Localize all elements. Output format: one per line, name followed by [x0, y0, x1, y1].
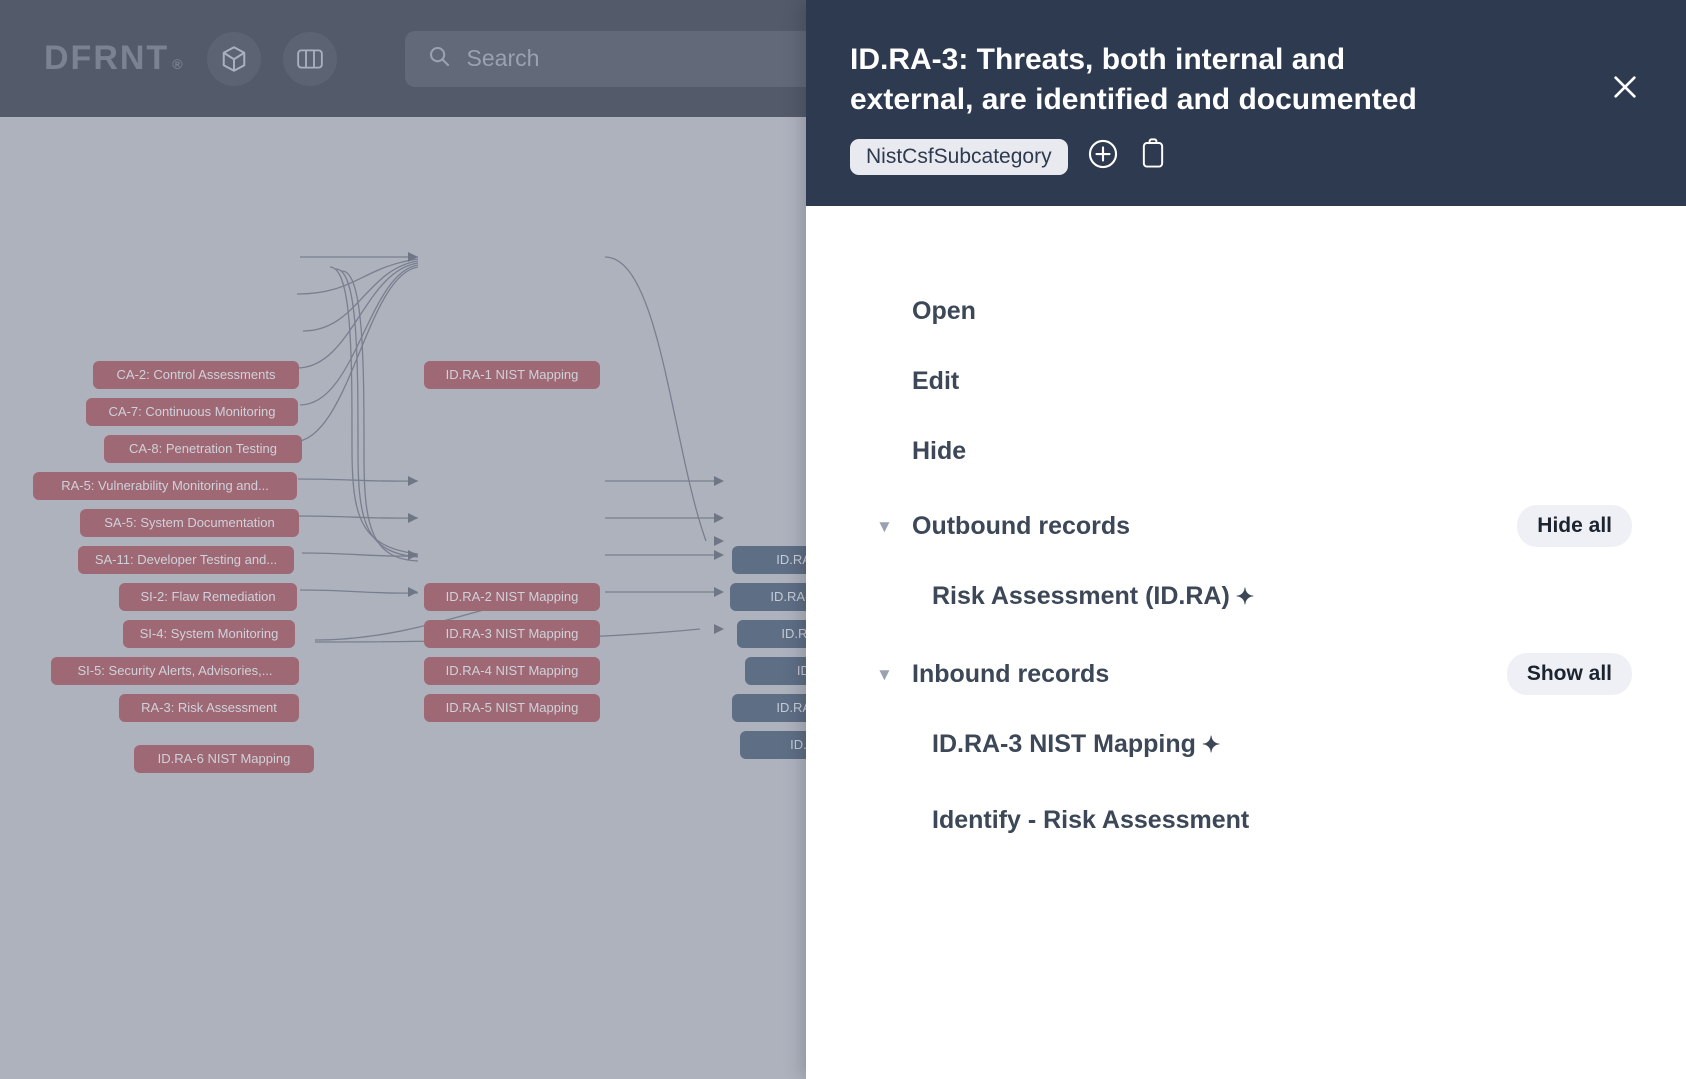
chevron-down-icon[interactable]: ▼	[876, 666, 898, 683]
show-all-button[interactable]: Show all	[1506, 653, 1632, 696]
record-label: Identify - Risk Assessment	[932, 806, 1250, 835]
brand-registered-mark: ®	[172, 56, 185, 72]
status-badge: NistCsfSubcategory	[850, 138, 1068, 175]
graph-node[interactable]: SI-2: Flaw Remediation	[119, 583, 297, 611]
columns-icon	[296, 47, 324, 71]
sparkle-icon: ✦	[1201, 732, 1221, 758]
plus-circle-icon	[1086, 137, 1120, 176]
search-input[interactable]: Search	[467, 45, 540, 72]
sparkle-icon: ✦	[1235, 584, 1255, 610]
action-open[interactable]: Open	[806, 276, 1686, 346]
graph-node[interactable]: RA-3: Risk Assessment	[119, 694, 299, 722]
panel-meta-row: NistCsfSubcategory	[850, 137, 1642, 176]
search-icon	[427, 44, 451, 73]
graph-node[interactable]: RA-5: Vulnerability Monitoring and...	[33, 472, 297, 500]
app-root: DFRNT ® Search CA-2: Control Assessments…	[0, 0, 1686, 1079]
record-label: Risk Assessment (ID.RA)	[932, 582, 1230, 611]
graph-node[interactable]: ID.RA-2 NIST Mapping	[424, 583, 600, 611]
section-outbound-records: ▼ Outbound records Hide all	[806, 494, 1686, 558]
graph-node[interactable]: ID.RA-4 NIST Mapping	[424, 657, 600, 685]
graph-node[interactable]: CA-7: Continuous Monitoring	[86, 398, 298, 426]
record-detail-panel: ID.RA-3: Threats, both internal and exte…	[806, 0, 1686, 1079]
list-item[interactable]: Identify - Risk Assessment	[806, 782, 1686, 858]
graph-node[interactable]: CA-8: Penetration Testing	[104, 435, 302, 463]
graph-node[interactable]: SI-5: Security Alerts, Advisories,...	[51, 657, 299, 685]
graph-node[interactable]: SA-5: System Documentation	[80, 509, 299, 537]
hide-all-button[interactable]: Hide all	[1517, 505, 1632, 548]
cube-icon	[219, 44, 249, 74]
graph-node[interactable]: CA-2: Control Assessments	[93, 361, 299, 389]
action-edit[interactable]: Edit	[806, 346, 1686, 416]
close-panel-button[interactable]	[1608, 72, 1642, 106]
clipboard-icon	[1138, 137, 1168, 176]
graph-node[interactable]: ID.RA-1 NIST Mapping	[424, 361, 600, 389]
record-label: ID.RA-3 NIST Mapping	[932, 730, 1196, 759]
panel-header: ID.RA-3: Threats, both internal and exte…	[806, 0, 1686, 207]
close-icon	[1609, 71, 1641, 108]
copy-to-clipboard-button[interactable]	[1138, 137, 1168, 176]
section-title-inbound: Inbound records	[912, 659, 1110, 688]
board-view-button[interactable]	[282, 31, 337, 86]
section-inbound-records: ▼ Inbound records Show all	[806, 642, 1686, 706]
graph-node[interactable]: SI-4: System Monitoring	[123, 620, 295, 648]
list-item[interactable]: Risk Assessment (ID.RA) ✦	[806, 558, 1686, 634]
list-item[interactable]: ID.RA-3 NIST Mapping ✦	[806, 706, 1686, 782]
graph-node[interactable]: SA-11: Developer Testing and...	[78, 546, 294, 574]
app-logo: DFRNT ®	[44, 39, 185, 78]
graph-node[interactable]: ID.RA-6 NIST Mapping	[134, 745, 314, 773]
page-title: ID.RA-3: Threats, both internal and exte…	[850, 43, 1417, 116]
brand-text: DFRNT	[44, 39, 170, 77]
graph-node[interactable]: ID.RA-5 NIST Mapping	[424, 694, 600, 722]
add-record-button[interactable]	[1086, 137, 1120, 176]
panel-body: Open Edit Hide ▼ Outbound records Hide a…	[806, 206, 1686, 1079]
model-view-button[interactable]	[206, 31, 261, 86]
action-hide[interactable]: Hide	[806, 416, 1686, 486]
section-title-outbound: Outbound records	[912, 511, 1131, 540]
chevron-down-icon[interactable]: ▼	[876, 518, 898, 535]
graph-node[interactable]: ID.RA-3 NIST Mapping	[424, 620, 600, 648]
